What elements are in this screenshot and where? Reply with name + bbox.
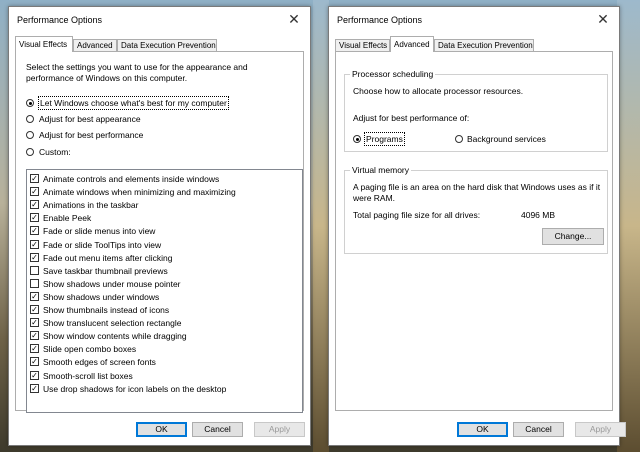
- apply-button[interactable]: Apply: [254, 422, 305, 437]
- advanced-panel: Processor scheduling Choose how to alloc…: [335, 51, 613, 411]
- checkbox-checked-icon[interactable]: ✓: [30, 383, 39, 393]
- effect-label: Show shadows under windows: [43, 291, 160, 302]
- checkbox-checked-icon[interactable]: ✓: [30, 213, 39, 223]
- effect-label: Animate controls and elements inside win…: [43, 174, 220, 184]
- apply-button[interactable]: Apply: [575, 422, 626, 437]
- virtual-memory-group: Virtual memory A paging file is an area …: [344, 165, 608, 254]
- intro-text-line2: performance of Windows on this computer.: [26, 73, 188, 83]
- close-icon[interactable]: ✕: [595, 11, 611, 27]
- effect-label: Smooth-scroll list boxes: [43, 370, 133, 381]
- processor-scheduling-group: Processor scheduling Choose how to alloc…: [344, 69, 608, 152]
- effect-label: Use drop shadows for icon labels on the …: [43, 383, 227, 394]
- cancel-button[interactable]: Cancel: [192, 422, 243, 437]
- effect-label: Fade or slide ToolTips into view: [43, 239, 162, 250]
- effect-label: Smooth edges of screen fonts: [43, 357, 156, 368]
- tab-advanced[interactable]: Advanced: [390, 36, 434, 52]
- intro-text-line1: Select the settings you want to use for …: [26, 62, 248, 72]
- effect-label: Fade out menu items after clicking: [43, 252, 173, 263]
- radio-unselected-icon: [26, 115, 34, 123]
- checkbox-unchecked-icon[interactable]: [30, 265, 39, 275]
- effect-label: Show thumbnails instead of icons: [43, 305, 170, 315]
- title-bar[interactable]: Performance Options ✕: [329, 7, 619, 33]
- effect-label: Enable Peek: [43, 213, 92, 224]
- effect-label: Save taskbar thumbnail previews: [43, 265, 168, 276]
- checkbox-checked-icon[interactable]: ✓: [30, 239, 39, 249]
- paging-file-size-label: Total paging file size for all drives:: [353, 210, 481, 220]
- checkbox-checked-icon[interactable]: ✓: [30, 344, 39, 354]
- change-button[interactable]: Change...: [542, 228, 604, 245]
- checkbox-checked-icon[interactable]: ✓: [30, 331, 39, 341]
- processor-description: Choose how to allocate processor resourc…: [353, 86, 524, 96]
- ok-button[interactable]: OK: [136, 422, 187, 437]
- close-icon[interactable]: ✕: [286, 11, 302, 27]
- desktop-background-right: [617, 0, 640, 452]
- cancel-button[interactable]: Cancel: [513, 422, 564, 437]
- radio-label: Adjust for best appearance: [39, 114, 141, 124]
- checkbox-checked-icon[interactable]: ✓: [30, 174, 39, 183]
- radio-label: Adjust for best performance: [39, 130, 144, 140]
- radio-label: Programs: [364, 132, 405, 146]
- tab-data-execution-prevention[interactable]: Data Execution Prevention: [434, 39, 534, 51]
- radio-label: Custom:: [39, 147, 71, 157]
- radio-unselected-icon: [455, 135, 463, 143]
- checkbox-checked-icon[interactable]: ✓: [30, 252, 39, 262]
- checkbox-checked-icon[interactable]: ✓: [30, 200, 39, 210]
- effect-label: Animations in the taskbar: [43, 200, 139, 211]
- effect-label: Animate windows when minimizing and maxi…: [43, 187, 236, 198]
- effect-label: Fade or slide menus into view: [43, 226, 156, 237]
- desktop-background: [313, 0, 329, 452]
- tab-visual-effects[interactable]: Visual Effects: [15, 36, 73, 52]
- title-bar[interactable]: Performance Options ✕: [9, 7, 310, 33]
- memory-description-line2: were RAM.: [353, 193, 396, 203]
- checkbox-checked-icon[interactable]: ✓: [30, 187, 39, 197]
- visual-effects-panel: Select the settings you want to use for …: [15, 51, 304, 413]
- radio-selected-icon: [26, 99, 34, 107]
- tab-data-execution-prevention[interactable]: Data Execution Prevention: [117, 39, 217, 51]
- radio-background-services[interactable]: Background services: [455, 133, 555, 145]
- tab-advanced[interactable]: Advanced: [73, 39, 117, 51]
- radio-unselected-icon: [26, 131, 34, 139]
- window-title: Performance Options: [337, 15, 423, 25]
- effect-label: Slide open combo boxes: [43, 344, 137, 355]
- radio-label: Let Windows choose what's best for my co…: [38, 96, 229, 110]
- paging-file-size-value: 4096 MB: [521, 210, 556, 220]
- radio-selected-icon: [353, 135, 361, 143]
- effect-label: Show window contents while dragging: [43, 331, 187, 342]
- effect-label: Show shadows under mouse pointer: [43, 278, 181, 289]
- visual-effects-list[interactable]: ✓ Animate controls and elements inside wi…: [26, 169, 303, 413]
- memory-description-line1: A paging file is an area on the hard dis…: [353, 182, 601, 192]
- performance-options-dialog-visual-effects: Performance Options ✕ Visual Effects Adv…: [8, 6, 311, 446]
- checkbox-checked-icon[interactable]: ✓: [30, 318, 39, 328]
- ok-button[interactable]: OK: [457, 422, 508, 437]
- tab-visual-effects[interactable]: Visual Effects: [335, 39, 390, 51]
- checkbox-checked-icon[interactable]: ✓: [30, 357, 39, 367]
- checkbox-checked-icon[interactable]: ✓: [30, 370, 39, 380]
- performance-options-dialog-advanced: Performance Options ✕ Visual Effects Adv…: [328, 6, 626, 446]
- checkbox-checked-icon[interactable]: ✓: [30, 305, 39, 314]
- group-title: Processor scheduling: [350, 69, 436, 80]
- effect-label: Show translucent selection rectangle: [43, 318, 182, 329]
- checkbox-checked-icon[interactable]: ✓: [30, 291, 39, 301]
- checkbox-checked-icon[interactable]: ✓: [30, 226, 39, 236]
- radio-programs[interactable]: Programs: [353, 132, 413, 146]
- window-title: Performance Options: [17, 15, 103, 25]
- adjust-label: Adjust for best performance of:: [353, 113, 470, 123]
- checkbox-unchecked-icon[interactable]: [30, 278, 39, 288]
- group-title: Virtual memory: [350, 165, 411, 176]
- radio-label: Background services: [467, 134, 546, 144]
- radio-unselected-icon: [26, 148, 34, 156]
